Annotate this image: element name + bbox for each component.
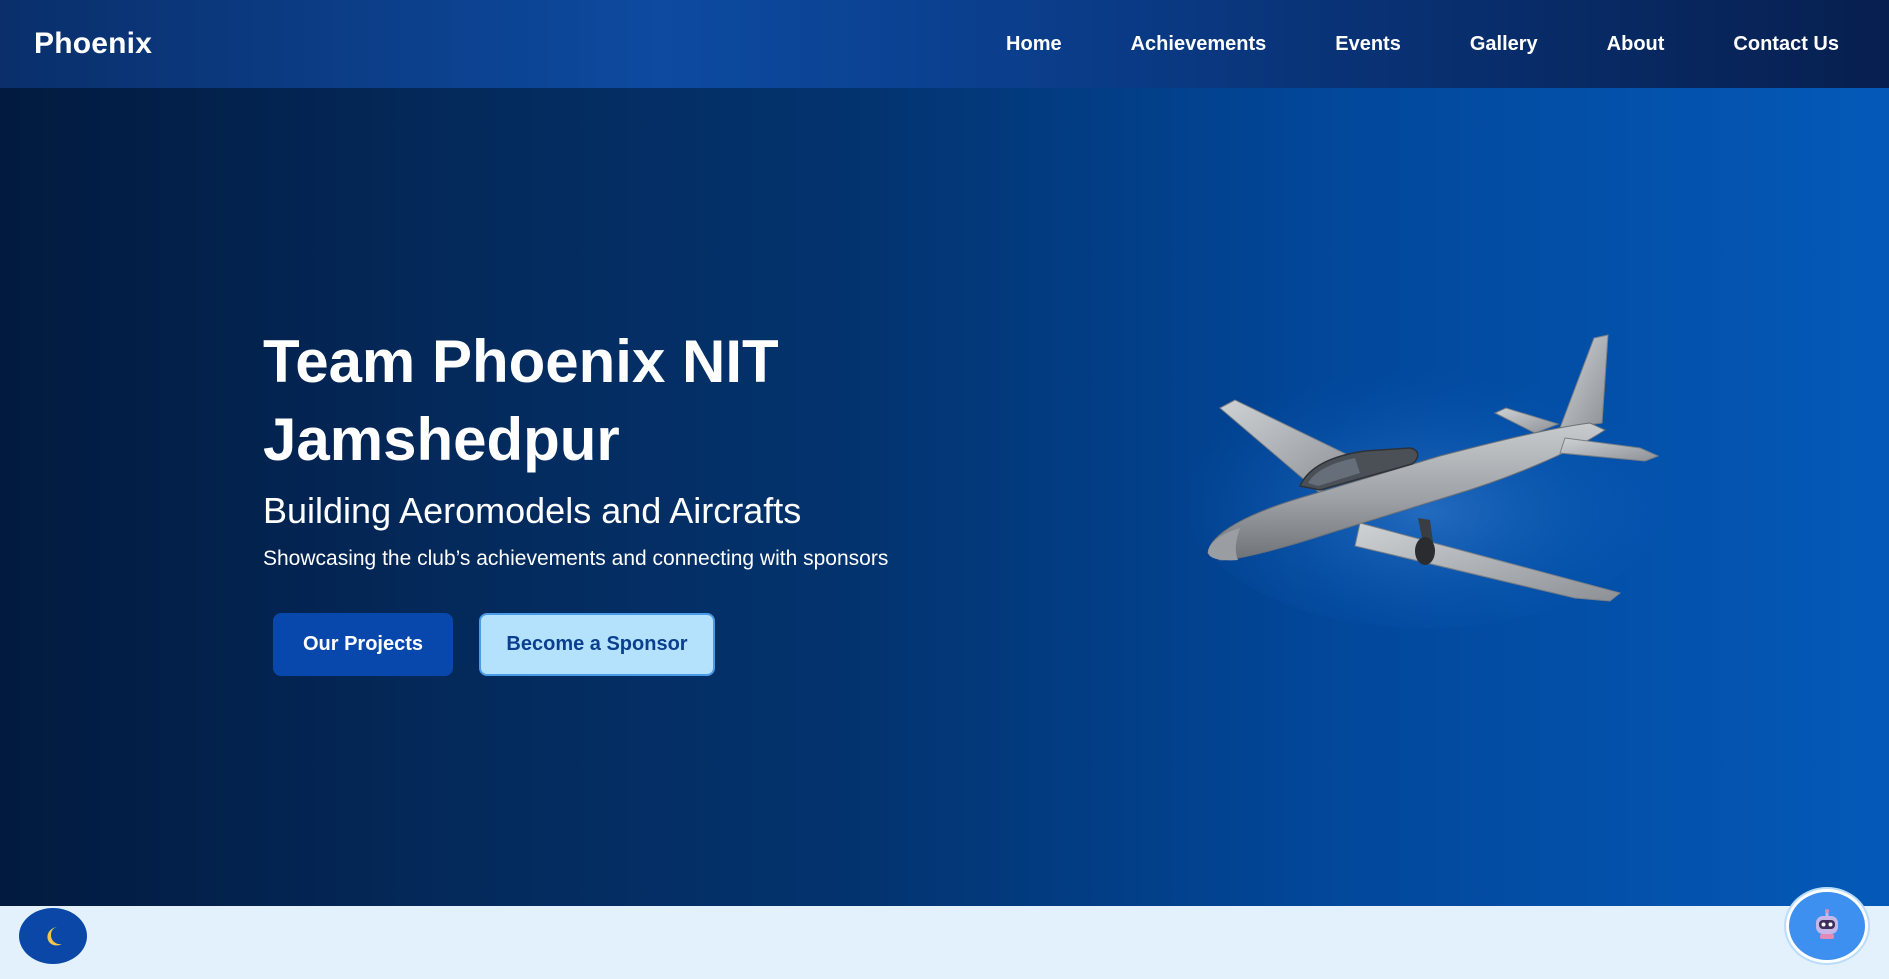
hero-buttons: Our Projects Become a Sponsor — [273, 613, 963, 676]
brand-logo[interactable]: Phoenix — [34, 27, 152, 61]
theme-toggle-button[interactable] — [19, 908, 87, 964]
chatbot-button[interactable] — [1786, 889, 1868, 963]
navbar: Phoenix Home Achievements Events Gallery… — [0, 0, 1889, 88]
hero-title-line2: Jamshedpur — [263, 406, 620, 473]
hero-subtitle: Building Aeromodels and Aircrafts — [263, 490, 802, 531]
nav-link-about[interactable]: About — [1607, 33, 1665, 56]
nav-links: Home Achievements Events Gallery About C… — [937, 33, 1839, 56]
moon-icon — [47, 927, 62, 946]
our-projects-button[interactable]: Our Projects — [273, 613, 453, 676]
nav-link-achievements[interactable]: Achievements — [1131, 33, 1267, 56]
aircraft-model-icon — [1190, 334, 1665, 628]
nav-link-events[interactable]: Events — [1335, 33, 1401, 56]
hero-title-line1: Team Phoenix NIT — [263, 328, 779, 395]
hero-text: Team Phoenix NIT Jamshedpur Building Aer… — [263, 323, 963, 676]
hero-tagline: Showcasing the club’s achievements and c… — [263, 547, 889, 570]
robot-icon — [1816, 909, 1838, 939]
content-section — [0, 906, 1889, 979]
nav-link-gallery[interactable]: Gallery — [1470, 33, 1538, 56]
hero-title: Team Phoenix NIT Jamshedpur — [263, 323, 963, 479]
become-sponsor-button[interactable]: Become a Sponsor — [479, 613, 715, 676]
hero-section: Team Phoenix NIT Jamshedpur Building Aer… — [0, 88, 1889, 906]
nav-link-contact[interactable]: Contact Us — [1733, 33, 1839, 56]
nav-link-home[interactable]: Home — [1006, 33, 1062, 56]
